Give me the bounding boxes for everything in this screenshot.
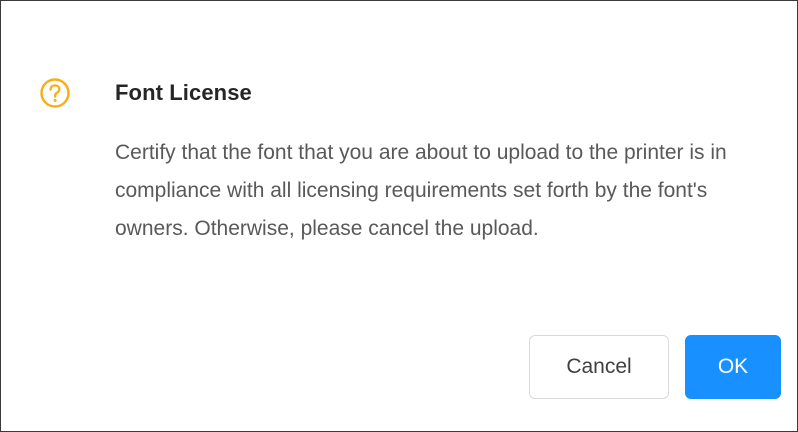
font-license-dialog: Font License Certify that the font that …: [0, 0, 798, 432]
question-circle-icon: [39, 77, 71, 109]
cancel-button[interactable]: Cancel: [529, 335, 669, 399]
dialog-message: Certify that the font that you are about…: [115, 141, 727, 240]
ok-button[interactable]: OK: [685, 335, 781, 399]
dialog-header: Font License: [39, 77, 252, 109]
dialog-title: Font License: [115, 80, 252, 105]
